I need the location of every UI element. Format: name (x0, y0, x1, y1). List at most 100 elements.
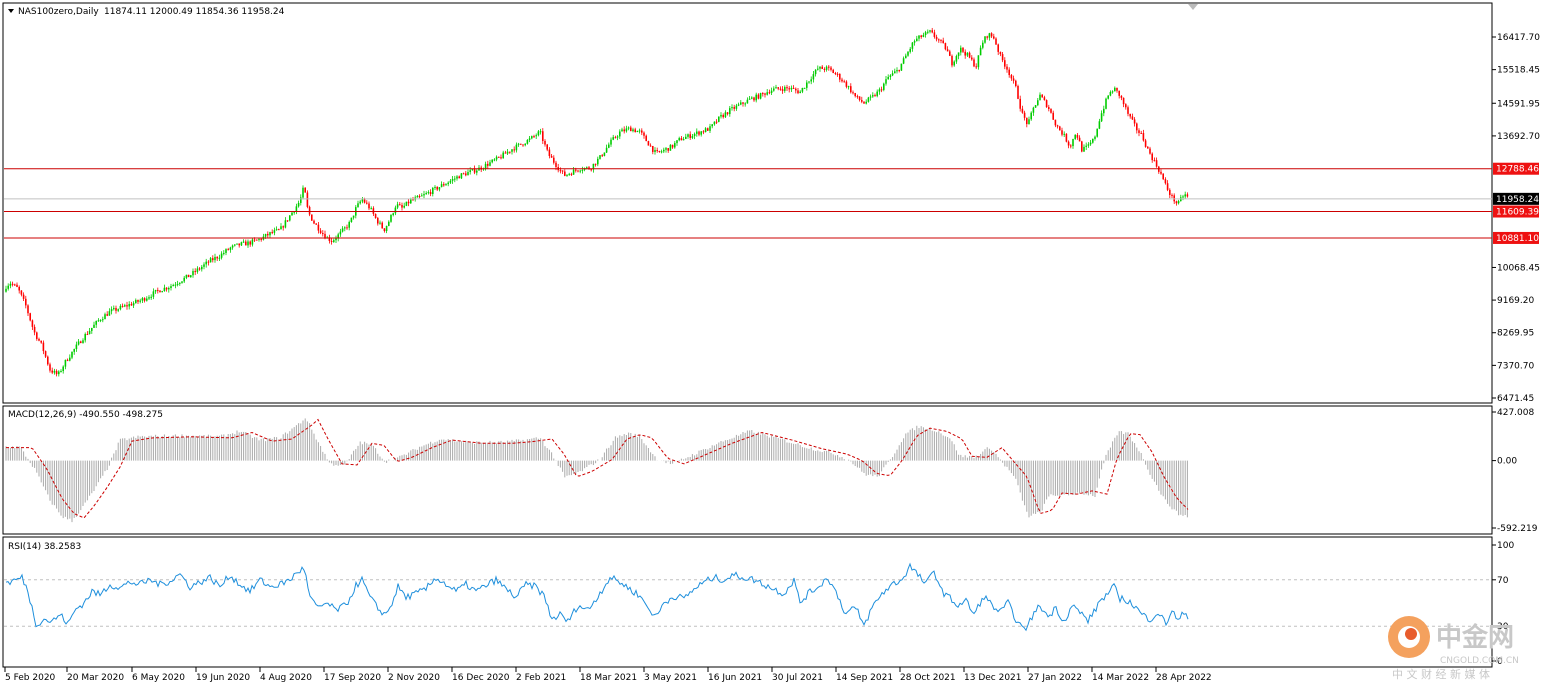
candle-body (506, 151, 509, 154)
candle-body (119, 305, 122, 310)
candle-body (1144, 140, 1147, 147)
candle-body (1129, 113, 1131, 117)
candle-body (146, 298, 148, 301)
candle-body (273, 230, 276, 233)
level-price-label: 11609.39 (1496, 208, 1539, 218)
candle-body (654, 150, 656, 152)
candle-body (702, 131, 705, 133)
macd-tick-label: 0.00 (1497, 457, 1517, 467)
candle-body (416, 195, 419, 198)
candle-body (135, 300, 137, 304)
candle-body (581, 169, 584, 171)
candle-body (9, 283, 12, 286)
candle-body (286, 220, 289, 222)
candle-body (249, 241, 251, 245)
candle-body (264, 233, 267, 237)
candle-body (627, 127, 630, 129)
time-tick-label: 14 Sep 2021 (836, 673, 893, 683)
candle-body (755, 94, 757, 101)
candle-body (711, 124, 713, 127)
candle-body (315, 223, 317, 225)
candle-body (495, 156, 498, 160)
candle (1162, 173, 1164, 181)
candle-body (880, 89, 883, 91)
candle-body (11, 283, 14, 285)
candle-body (487, 163, 489, 166)
price-tick-label: 16417.70 (1497, 33, 1540, 43)
candle-body (368, 203, 370, 209)
candle (304, 187, 306, 193)
candle-body (784, 87, 786, 91)
candle-body (685, 136, 687, 140)
candle-body (1085, 145, 1087, 147)
candle-body (60, 371, 62, 373)
candle (374, 213, 377, 219)
candle-body (1127, 107, 1129, 114)
candle-body (284, 220, 287, 228)
candle-body (572, 169, 575, 175)
candle-body (157, 289, 159, 291)
chart-canvas[interactable]: NAS100zero,Daily 11874.11 12000.49 11854… (0, 0, 1545, 690)
candle-body (630, 127, 632, 132)
time-tick-label: 14 Mar 2022 (1092, 673, 1149, 683)
candle-body (491, 159, 493, 163)
candle-body (260, 238, 262, 240)
candle (759, 92, 762, 100)
time-tick-label: 30 Jul 2021 (772, 673, 823, 683)
candle-body (790, 87, 793, 90)
candle-body (601, 155, 603, 157)
candle-body (779, 88, 782, 90)
candle-body (775, 87, 777, 89)
candle-body (330, 240, 333, 242)
candle-body (130, 304, 133, 306)
candle-body (359, 201, 361, 204)
candle-body (841, 79, 843, 82)
candle-body (832, 69, 834, 74)
candle-body (977, 55, 980, 68)
candle-body (20, 290, 23, 295)
candle-body (1131, 116, 1134, 120)
candle-body (410, 199, 412, 204)
candle-body (440, 184, 443, 188)
candle-body (843, 81, 845, 83)
candle-body (924, 32, 927, 35)
candle-body (894, 71, 896, 74)
candle-body (517, 143, 520, 145)
candle-body (403, 205, 405, 208)
candle-body (161, 291, 163, 293)
candle-body (352, 215, 355, 218)
candle-body (1034, 105, 1037, 108)
candle-body (762, 93, 764, 95)
candle-body (691, 136, 694, 138)
candle-body (462, 173, 465, 175)
candle-body (687, 134, 689, 137)
candle-body (242, 241, 245, 243)
candle-body (291, 212, 293, 216)
candle-body (128, 304, 130, 307)
candle-body (1094, 136, 1096, 139)
candle-body (163, 287, 166, 292)
candle-body (451, 178, 454, 181)
candle-body (548, 149, 551, 156)
candle-body (434, 186, 436, 188)
chart-window[interactable]: NAS100zero,Daily 11874.11 12000.49 11854… (0, 0, 1545, 690)
candle-body (218, 257, 221, 259)
candle-body (1098, 121, 1101, 129)
candle-body (172, 285, 174, 287)
candle-body (192, 271, 194, 276)
candle-body (770, 90, 773, 93)
candle-body (693, 133, 696, 137)
candle-body (454, 178, 456, 180)
candle-body (834, 73, 837, 75)
candle-body (267, 233, 269, 236)
candle-body (777, 87, 779, 89)
candle-body (1107, 95, 1109, 99)
candle-body (535, 135, 537, 137)
candle-body (38, 338, 40, 341)
candle-body (724, 112, 727, 118)
candle-body (258, 238, 260, 240)
candle-body (498, 156, 500, 158)
candle-body (1092, 138, 1094, 143)
candle-body (278, 229, 280, 231)
candle-body (696, 131, 698, 134)
